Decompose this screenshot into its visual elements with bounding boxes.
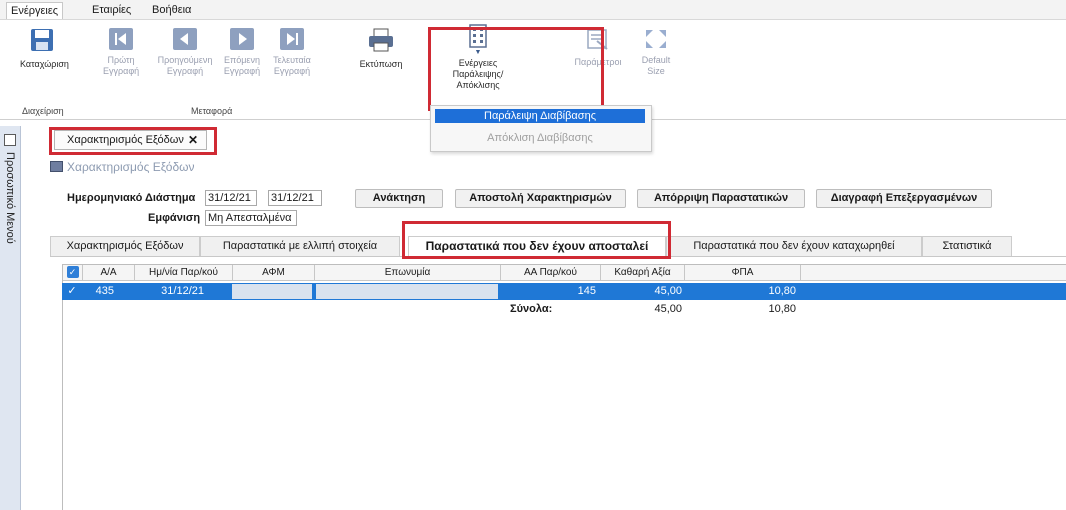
cell-vat: 10,80 <box>768 285 796 297</box>
col-header-filler <box>801 265 1066 281</box>
display-select[interactable]: Μη Απεσταλμένα <box>205 210 297 226</box>
next-record-button[interactable]: Επόμενη Εγγραφή <box>221 27 263 77</box>
delete-processed-button[interactable]: Διαγραφή Επεξεργασμένων <box>816 189 992 208</box>
floppy-disk-icon <box>31 29 53 51</box>
retrieve-button[interactable]: Ανάκτηση <box>355 189 443 208</box>
first-record-button[interactable]: Πρώτη Εγγραφή <box>103 27 139 77</box>
col-header-name[interactable]: Επωνυμία <box>315 265 501 281</box>
col-header-net[interactable]: Καθαρή Αξία <box>601 265 685 281</box>
documents-grid: ✓ Α/Α Ημ/νία Παρ/κού ΑΦΜ Επωνυμία ΑΑ Παρ… <box>62 264 1066 510</box>
default-size-label-1: Default <box>641 55 671 65</box>
subtab-not-registered[interactable]: Παραστατικά που δεν έχουν καταχωρηθεί <box>666 236 922 256</box>
date-from-field[interactable]: 31/12/21 <box>205 190 257 206</box>
previous-record-button[interactable]: Προηγούμενη Εγγραφή <box>156 27 214 77</box>
cell-aa: 435 <box>95 285 114 297</box>
col-header-afm[interactable]: ΑΦΜ <box>233 265 315 281</box>
totals-net: 45,00 <box>654 303 682 315</box>
totals-label: Σύνολα: <box>510 303 553 315</box>
print-button[interactable]: Εκτύπωση <box>357 27 405 70</box>
col-header-doc-no[interactable]: ΑΑ Παρ/κού <box>501 265 601 281</box>
menu-companies[interactable]: Εταιρίες <box>88 2 135 19</box>
menu-actions[interactable]: Ενέργειες <box>6 2 64 19</box>
header-select-all[interactable]: ✓ <box>63 265 83 281</box>
date-to-field[interactable]: 31/12/21 <box>268 190 322 206</box>
save-label: Καταχώριση <box>20 59 69 69</box>
highlight-box-subtab <box>402 221 671 259</box>
last-record-icon <box>280 28 304 50</box>
side-panel-checkbox[interactable] <box>4 134 16 146</box>
group-label-navigation: Μεταφορά <box>191 106 233 116</box>
row-checkbox[interactable]: ✓ <box>66 284 78 299</box>
print-label: Εκτύπωση <box>359 59 403 69</box>
display-label: Εμφάνιση <box>148 212 201 224</box>
form-title-text: Χαρακτηρισμός Εξόδων <box>67 160 195 174</box>
menu-bar: Ενέργειες Εταιρίες Βοήθεια <box>0 0 1066 20</box>
subtab-expense-classification[interactable]: Χαρακτηρισμός Εξόδων <box>50 236 200 256</box>
highlight-box-tab <box>49 127 217 155</box>
menu-help[interactable]: Βοήθεια <box>148 2 195 19</box>
first-record-label-2: Εγγραφή <box>103 66 140 76</box>
previous-record-icon <box>173 28 197 50</box>
group-label-manage: Διαχείριση <box>22 106 64 116</box>
col-header-vat[interactable]: ΦΠΑ <box>685 265 801 281</box>
printer-icon <box>369 28 393 52</box>
side-panel[interactable]: Προσωπικό Μενού <box>0 126 21 510</box>
form-title: Χαρακτηρισμός Εξόδων <box>50 160 195 174</box>
cell-name <box>316 284 498 299</box>
resize-icon <box>646 30 666 48</box>
save-button[interactable]: Καταχώριση <box>20 27 69 70</box>
send-classifications-button[interactable]: Αποστολή Χαρακτηρισμών <box>455 189 626 208</box>
last-record-label-1: Τελευταία <box>273 55 311 65</box>
col-header-aa[interactable]: Α/Α <box>83 265 135 281</box>
first-record-label-1: Πρώτη <box>107 55 135 65</box>
checkbox-checked-icon[interactable]: ✓ <box>66 266 79 278</box>
highlight-box-ribbon <box>428 27 604 111</box>
side-panel-title: Προσωπικό Μενού <box>4 152 16 244</box>
subtab-statistics[interactable]: Στατιστικά <box>922 236 1012 256</box>
cell-doc-no: 145 <box>577 285 596 297</box>
col-header-date[interactable]: Ημ/νία Παρ/κού <box>135 265 233 281</box>
next-record-label-2: Εγγραφή <box>223 66 261 76</box>
cell-afm <box>232 284 312 299</box>
cell-date: 31/12/21 <box>161 285 204 297</box>
default-size-button[interactable]: Default Size <box>636 27 676 77</box>
date-range-label: Ημερομηνιακό Διάστημα <box>67 192 196 204</box>
form-icon <box>50 161 63 172</box>
previous-record-label-2: Εγγραφή <box>166 66 204 76</box>
previous-record-label-1: Προηγούμενη <box>157 55 213 65</box>
reject-documents-button[interactable]: Απόρριψη Παραστατικών <box>637 189 805 208</box>
last-record-label-2: Εγγραφή <box>273 66 311 76</box>
last-record-button[interactable]: Τελευταία Εγγραφή <box>271 27 313 77</box>
menu-item-skip-posting[interactable]: Παράλειψη Διαβίβασης <box>435 109 645 123</box>
menu-item-exclude-posting[interactable]: Απόκλιση Διαβίβασης <box>435 131 645 145</box>
next-record-icon <box>230 28 254 50</box>
totals-vat: 10,80 <box>768 303 796 315</box>
first-record-icon <box>109 28 133 50</box>
skip-actions-dropdown: Παράλειψη Διαβίβασης Απόκλιση Διαβίβασης <box>430 105 652 152</box>
default-size-label-2: Size <box>647 66 665 76</box>
next-record-label-1: Επόμενη <box>224 55 260 65</box>
cell-net: 45,00 <box>654 285 682 297</box>
subtab-incomplete-docs[interactable]: Παραστατικά με ελλιπή στοιχεία <box>200 236 400 256</box>
